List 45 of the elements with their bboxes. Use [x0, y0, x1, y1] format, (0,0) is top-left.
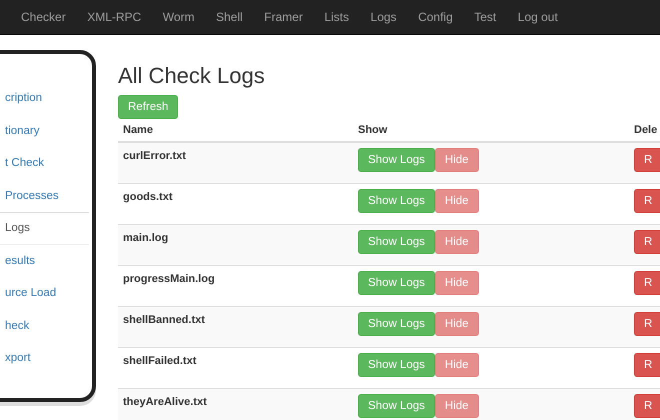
file-name: theyAreAlive.txt — [123, 396, 207, 408]
delete-button[interactable]: R — [634, 353, 660, 377]
delete-button[interactable]: R — [634, 312, 660, 336]
nav-link[interactable]: Worm — [162, 10, 194, 24]
nav-link[interactable]: XML-RPC — [87, 10, 142, 24]
sidebar-item[interactable]: t Check — [0, 147, 89, 180]
delete-button[interactable]: R — [634, 271, 660, 295]
delete-button[interactable]: R — [634, 148, 660, 172]
delete-button[interactable]: R — [634, 189, 660, 213]
column-header: Name — [123, 124, 153, 136]
column-header: Show — [358, 124, 388, 136]
show-logs-button[interactable]: Show Logs — [358, 148, 435, 172]
file-name: main.log — [123, 232, 168, 244]
file-name: shellFailed.txt — [123, 355, 196, 367]
nav-link[interactable]: Lists — [324, 10, 350, 24]
nav-link[interactable]: Logs — [370, 10, 397, 24]
file-name: progressMain.log — [123, 273, 215, 285]
show-logs-button[interactable]: Show Logs — [358, 230, 435, 254]
nav-link[interactable]: Shell — [216, 10, 243, 24]
column-header: Dele — [634, 124, 658, 136]
show-logs-button[interactable]: Show Logs — [358, 312, 435, 336]
nav-link[interactable]: Checker — [21, 10, 66, 24]
refresh-button[interactable]: Refresh — [118, 95, 178, 119]
show-logs-button[interactable]: Show Logs — [358, 394, 435, 418]
sidebar-item[interactable]: xport — [0, 342, 89, 374]
delete-button[interactable]: R — [634, 230, 660, 254]
delete-button[interactable]: R — [634, 394, 660, 418]
nav-link[interactable]: Framer — [264, 10, 303, 24]
file-name: curlError.txt — [123, 150, 186, 162]
nav-link[interactable]: Config — [418, 10, 453, 24]
nav-link[interactable]: Log out — [518, 10, 558, 24]
nav-link[interactable]: Test — [474, 10, 496, 24]
show-logs-button[interactable]: Show Logs — [358, 189, 435, 213]
show-logs-button[interactable]: Show Logs — [358, 353, 435, 377]
page-title: All Check Logs — [118, 63, 266, 89]
file-name: shellBanned.txt — [123, 314, 205, 326]
sidebar-item[interactable]: tionary — [0, 114, 89, 147]
sidebar-item[interactable]: Processes — [0, 180, 89, 212]
sidebar-item[interactable]: heck — [0, 310, 89, 342]
file-name: goods.txt — [123, 191, 172, 203]
show-logs-button[interactable]: Show Logs — [358, 271, 435, 295]
sidebar-item[interactable]: cription — [0, 82, 89, 114]
sidebar-item[interactable]: urce Load — [0, 277, 89, 310]
sidebar-item[interactable]: Logs — [0, 212, 89, 244]
sidebar-item[interactable]: esults — [0, 244, 89, 277]
